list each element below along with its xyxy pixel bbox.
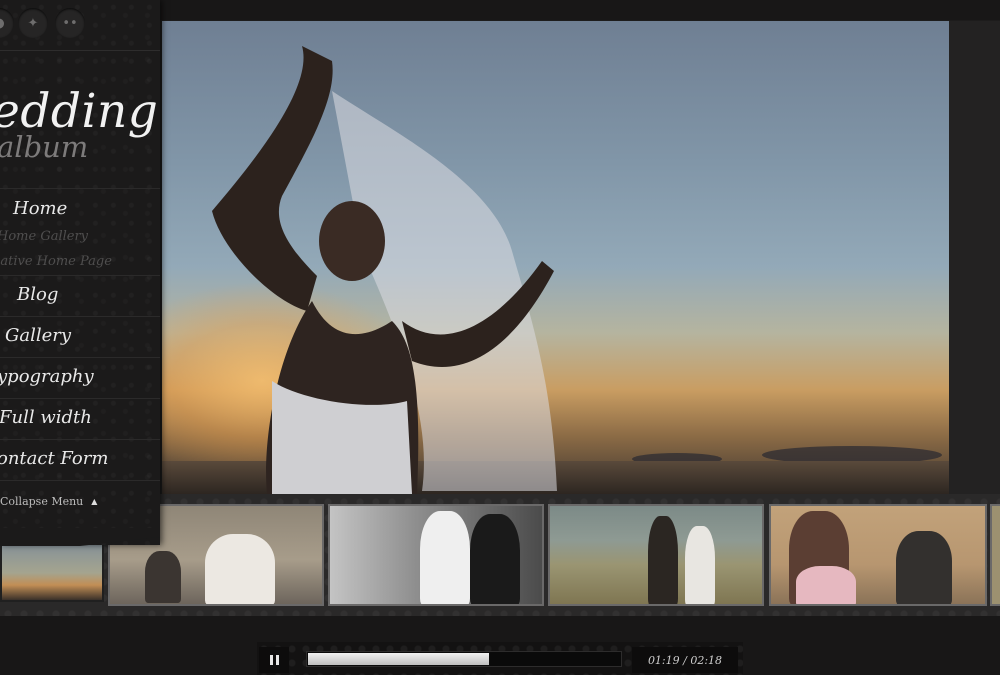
- social-links: ● ✦ ••: [0, 8, 160, 40]
- progress-fill: [308, 653, 489, 665]
- menu-item-label[interactable]: Gallery: [5, 325, 71, 346]
- menu-item-full-width[interactable]: Full width: [0, 398, 160, 439]
- twitter-icon[interactable]: ✦: [18, 8, 48, 38]
- menu-item-contact-form[interactable]: ontact Form: [0, 439, 160, 481]
- arm-shape: [212, 46, 333, 311]
- menu-item-typography[interactable]: ypography: [0, 357, 160, 398]
- collapse-menu-label: Collapse Menu: [0, 495, 84, 508]
- thumbnail[interactable]: [990, 504, 1000, 606]
- pause-button[interactable]: [259, 647, 289, 673]
- time-display: 01:19 / 02:18: [632, 647, 738, 673]
- menu-item-label[interactable]: Full width: [0, 407, 92, 428]
- social-icon[interactable]: ●: [0, 8, 14, 38]
- sidebar: ● ✦ •• edding album Home Home Gallery na…: [0, 0, 160, 545]
- pause-icon: [275, 655, 279, 665]
- collapse-menu-button[interactable]: Collapse Menu ▲: [0, 495, 97, 508]
- bride-figure: [212, 46, 557, 494]
- progress-track[interactable]: [306, 651, 622, 667]
- menu-item-home[interactable]: Home Home Gallery native Home Page: [0, 188, 160, 275]
- head-shape: [319, 201, 385, 281]
- menu-item-label[interactable]: Home: [13, 198, 67, 219]
- thumbnail[interactable]: [548, 504, 764, 606]
- divider: [0, 50, 160, 51]
- menu-item-label[interactable]: ypography: [0, 366, 94, 387]
- caret-up-icon: ▲: [91, 497, 98, 506]
- main-menu: Home Home Gallery native Home Page Blog …: [0, 188, 160, 481]
- menu-item-label[interactable]: ontact Form: [0, 448, 108, 469]
- thumbnail[interactable]: [328, 504, 544, 606]
- thumbnail[interactable]: [769, 504, 987, 606]
- right-edge: [949, 21, 1000, 494]
- pause-icon: [269, 655, 273, 665]
- submenu-item-alternative-home[interactable]: native Home Page: [0, 254, 112, 269]
- submenu-item-home-gallery[interactable]: Home Gallery: [0, 229, 88, 244]
- menu-item-gallery[interactable]: Gallery: [0, 316, 160, 357]
- hero-photo: [162, 21, 949, 494]
- flickr-icon[interactable]: ••: [55, 8, 85, 38]
- menu-item-blog[interactable]: Blog: [0, 275, 160, 316]
- site-logo-subtitle: album: [0, 130, 89, 164]
- menu-item-label[interactable]: Blog: [17, 284, 58, 305]
